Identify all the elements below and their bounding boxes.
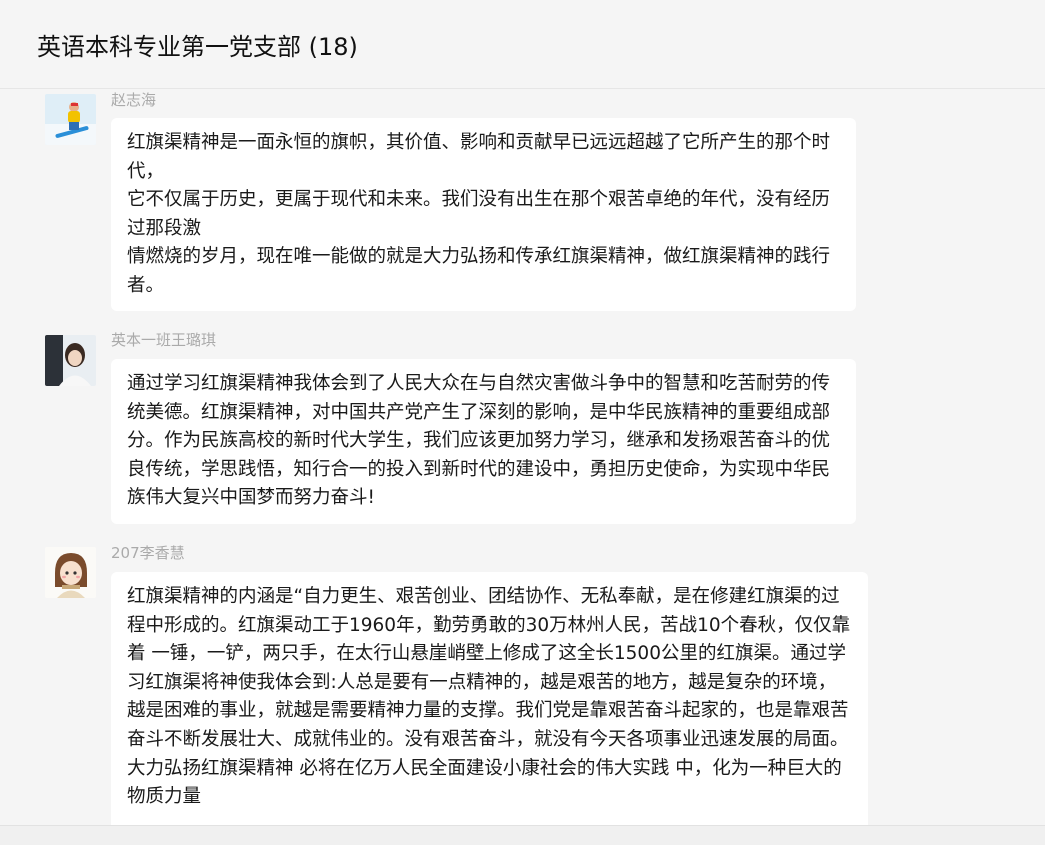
message-bubble[interactable]: 红旗渠精神是一面永恒的旗帜，其价值、影响和贡献早已远远超越了它所产生的那个时代，… [111, 118, 856, 311]
chat-title: 英语本科专业第一党支部 (18) [37, 33, 358, 61]
cartoon-girl-avatar[interactable] [45, 547, 96, 598]
input-area-edge[interactable] [0, 825, 1045, 845]
chat-header: 英语本科专业第一党支部 (18) [0, 0, 1045, 89]
sender-name: 赵志海 [111, 91, 157, 109]
message-bubble[interactable]: 通过学习红旗渠精神我体会到了人民大众在与自然灾害做斗争中的智慧和吃苦耐劳的传统美… [111, 359, 856, 524]
message-bubble[interactable]: 红旗渠精神的内涵是“自力更生、艰苦创业、团结协作、无私奉献，是在修建红旗渠的过程… [111, 572, 868, 825]
photo-avatar[interactable] [45, 335, 96, 386]
sender-name: 英本一班王璐琪 [111, 331, 217, 349]
sender-name: 207李香慧 [111, 544, 185, 562]
snowboarder-avatar[interactable] [45, 94, 96, 145]
message-list[interactable]: 赵志海 红旗渠精神是一面永恒的旗帜，其价值、影响和贡献早已远远超越了它所产生的那… [0, 89, 1045, 825]
